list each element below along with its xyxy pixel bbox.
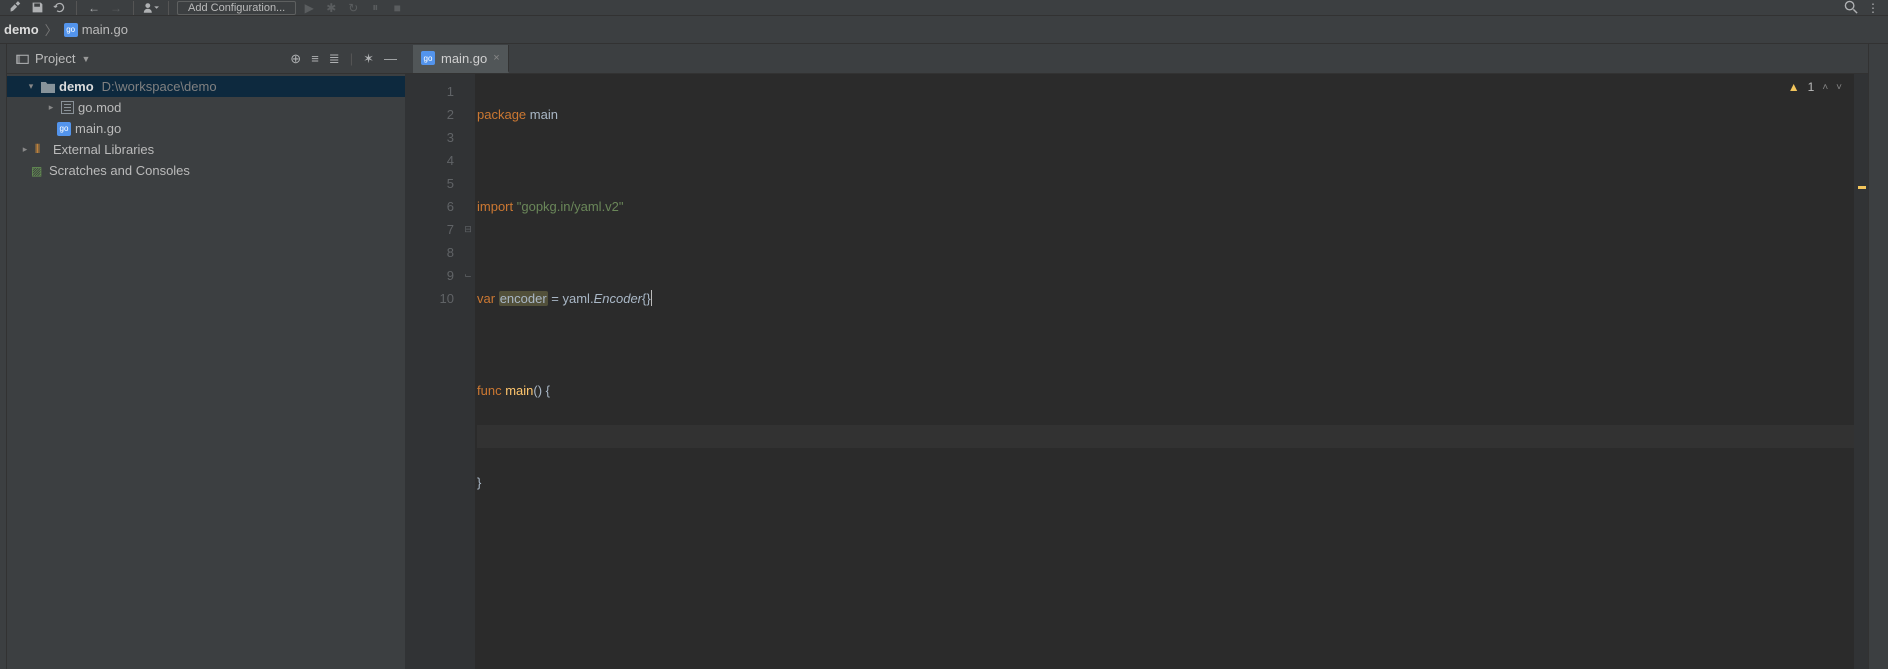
divider: |	[350, 51, 353, 67]
folder-icon	[41, 80, 55, 93]
error-stripe[interactable]	[1854, 74, 1868, 669]
save-icon[interactable]	[28, 1, 46, 15]
expand-arrow-right-icon[interactable]: ▸	[19, 144, 31, 155]
editor-body[interactable]: 1 2 3 4 5 6 7 8 9 10 ⊟ ⌙ package main im…	[405, 74, 1868, 669]
scratch-icon: ▨	[31, 164, 45, 178]
go-file-icon: go	[421, 51, 435, 65]
separator	[133, 1, 134, 15]
right-tool-rail[interactable]	[1868, 44, 1888, 669]
project-tree[interactable]: ▾ demo D:\workspace\demo ▸ go.mod go mai…	[7, 74, 405, 669]
breadcrumb-bar: demo 〉 go main.go	[0, 16, 1888, 44]
unused-variable-highlight: encoder	[499, 291, 548, 306]
settings-gear-icon[interactable]: ✶	[363, 51, 374, 67]
go-file-icon: go	[64, 23, 78, 37]
config-label: Add Configuration...	[188, 2, 285, 14]
prev-highlight-icon[interactable]: ˄	[1822, 82, 1828, 93]
tree-file-row[interactable]: go main.go	[7, 118, 405, 139]
breadcrumb-file[interactable]: go main.go	[64, 22, 128, 37]
run-icon[interactable]: ▶	[300, 1, 318, 15]
nav-forward-icon[interactable]: →	[107, 1, 125, 15]
code-editor[interactable]: package main import "gopkg.in/yaml.v2" v…	[475, 74, 1854, 669]
reload-icon[interactable]	[50, 1, 68, 15]
fold-open-icon[interactable]: ⊟	[461, 218, 475, 241]
panel-title[interactable]: Project	[35, 51, 75, 66]
tree-item-label: Scratches and Consoles	[49, 163, 190, 178]
main-layout: Project ▼ ⊕ ≡ ≣ | ✶ — ▾ demo D:\workspac…	[0, 44, 1888, 669]
tree-root[interactable]: ▾ demo D:\workspace\demo	[7, 76, 405, 97]
tab-label: main.go	[441, 51, 487, 66]
debug-icon[interactable]: ✱	[322, 1, 340, 15]
toolbar-more-icon[interactable]: ⋮	[1864, 1, 1882, 15]
tree-item-label: go.mod	[78, 100, 121, 115]
editor-tab-main[interactable]: go main.go ×	[413, 45, 509, 73]
separator	[168, 1, 169, 15]
warning-count: 1	[1808, 80, 1815, 94]
scroll-from-source-icon[interactable]: ⊕	[290, 51, 301, 67]
chevron-right-icon: 〉	[45, 20, 58, 39]
hammer-build-icon[interactable]	[6, 1, 24, 15]
tree-root-name: demo	[59, 79, 94, 94]
expand-arrow-right-icon[interactable]: ▸	[45, 102, 57, 113]
nav-back-icon[interactable]: ←	[85, 1, 103, 15]
profiler-icon[interactable]: ⏸	[366, 1, 384, 15]
user-dropdown-icon[interactable]	[142, 1, 160, 15]
tree-root-path: D:\workspace\demo	[102, 79, 217, 94]
tree-item-label: main.go	[75, 121, 121, 136]
left-tool-rail[interactable]	[0, 44, 7, 669]
warning-mark[interactable]	[1858, 186, 1866, 189]
tree-item-label: External Libraries	[53, 142, 154, 157]
panel-tools: ⊕ ≡ ≣ | ✶ —	[290, 51, 397, 67]
tree-scratches[interactable]: ▨ Scratches and Consoles	[7, 160, 405, 181]
tree-file-row[interactable]: ▸ go.mod	[7, 97, 405, 118]
run-config-selector[interactable]: Add Configuration...	[177, 1, 296, 15]
search-icon[interactable]	[1842, 1, 1860, 15]
editor-area: go main.go × 1 2 3 4 5 6 7 8 9 10 ⊟	[405, 44, 1868, 669]
project-tool-icon	[15, 52, 29, 65]
tree-external-libs[interactable]: ▸ ⫴ External Libraries	[7, 139, 405, 160]
inspection-widget[interactable]: ▲ 1 ˄ ˅	[1788, 80, 1842, 94]
hide-panel-icon[interactable]: —	[384, 51, 397, 67]
expand-arrow-down-icon[interactable]: ▾	[25, 81, 37, 92]
close-tab-icon[interactable]: ×	[493, 52, 499, 64]
separator	[76, 1, 77, 15]
library-icon: ⫴	[35, 142, 49, 157]
fold-end-icon[interactable]: ⌙	[461, 264, 475, 287]
breadcrumb-project[interactable]: demo	[4, 22, 39, 37]
warning-triangle-icon: ▲	[1788, 80, 1800, 94]
line-gutter[interactable]: 1 2 3 4 5 6 7 8 9 10	[405, 74, 461, 669]
fold-strip[interactable]: ⊟ ⌙	[461, 74, 475, 669]
stop-icon[interactable]: ■	[388, 1, 406, 15]
project-panel-header: Project ▼ ⊕ ≡ ≣ | ✶ —	[7, 44, 405, 74]
module-file-icon	[61, 101, 74, 114]
editor-tabs: go main.go ×	[405, 44, 1868, 74]
next-highlight-icon[interactable]: ˅	[1836, 82, 1842, 93]
text-caret	[651, 290, 652, 306]
chevron-down-icon[interactable]: ▼	[81, 54, 90, 64]
project-panel: Project ▼ ⊕ ≡ ≣ | ✶ — ▾ demo D:\workspac…	[7, 44, 405, 669]
go-file-icon: go	[57, 122, 71, 136]
expand-all-icon[interactable]: ≡	[311, 51, 319, 67]
collapse-all-icon[interactable]: ≣	[329, 51, 340, 67]
main-toolbar: ← → Add Configuration... ▶ ✱ ↻ ⏸ ■ ⋮	[0, 0, 1888, 16]
coverage-icon[interactable]: ↻	[344, 1, 362, 15]
